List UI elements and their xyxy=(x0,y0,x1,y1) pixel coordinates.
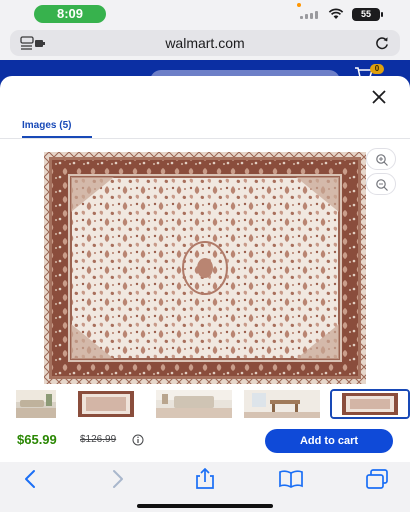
thumbnail-rug-front[interactable] xyxy=(76,390,136,418)
image-viewer-modal: Images (5) $65.99 $126.99 Add to cart xyxy=(0,76,410,462)
status-bar: 8:09 55 xyxy=(0,0,410,28)
reload-icon[interactable] xyxy=(374,35,390,51)
add-to-cart-button[interactable]: Add to cart xyxy=(265,429,393,453)
address-url[interactable]: walmart.com xyxy=(10,30,400,56)
zoom-in-icon xyxy=(376,154,388,166)
privacy-indicator-icon xyxy=(297,3,301,7)
thumbnail-bedroom[interactable] xyxy=(156,390,232,418)
page-menu-icon[interactable] xyxy=(20,36,46,50)
current-price: $65.99 xyxy=(17,432,57,447)
thumbnail-strip xyxy=(0,389,410,420)
tab-images[interactable]: Images (5) xyxy=(22,120,71,131)
zoom-in-button[interactable] xyxy=(366,148,396,170)
tab-divider xyxy=(0,138,410,139)
thumbnail-living-room[interactable] xyxy=(16,390,56,418)
safari-address-area: walmart.com xyxy=(0,28,410,60)
main-product-image[interactable] xyxy=(44,152,366,384)
original-price: $126.99 xyxy=(80,434,117,445)
cart-count-badge: 0 xyxy=(370,64,384,74)
tabs-icon[interactable] xyxy=(364,468,390,490)
close-icon[interactable] xyxy=(368,86,390,108)
info-icon[interactable] xyxy=(132,434,144,446)
address-bar[interactable]: walmart.com xyxy=(10,30,400,56)
status-time: 8:09 xyxy=(34,5,106,23)
thumbnail-rug-front-selected[interactable] xyxy=(330,389,410,419)
phone-screen: 8:09 55 walmart.com 0 Images (5) $65.99 … xyxy=(0,0,410,512)
wifi-icon xyxy=(328,8,344,19)
safari-toolbar xyxy=(0,462,410,512)
thumbnail-dining-room[interactable] xyxy=(244,390,320,418)
book-icon[interactable] xyxy=(278,468,304,490)
share-icon[interactable] xyxy=(192,468,218,490)
forward-chevron-right-icon[interactable] xyxy=(104,468,130,490)
price-bar: $65.99 $126.99 Add to cart xyxy=(0,426,410,460)
zoom-out-icon xyxy=(376,179,388,191)
cellular-signal-icon xyxy=(300,11,322,19)
battery-icon: 55 xyxy=(352,8,383,21)
back-chevron-left-icon[interactable] xyxy=(18,468,44,490)
zoom-out-button[interactable] xyxy=(366,173,396,195)
home-indicator xyxy=(137,504,273,508)
